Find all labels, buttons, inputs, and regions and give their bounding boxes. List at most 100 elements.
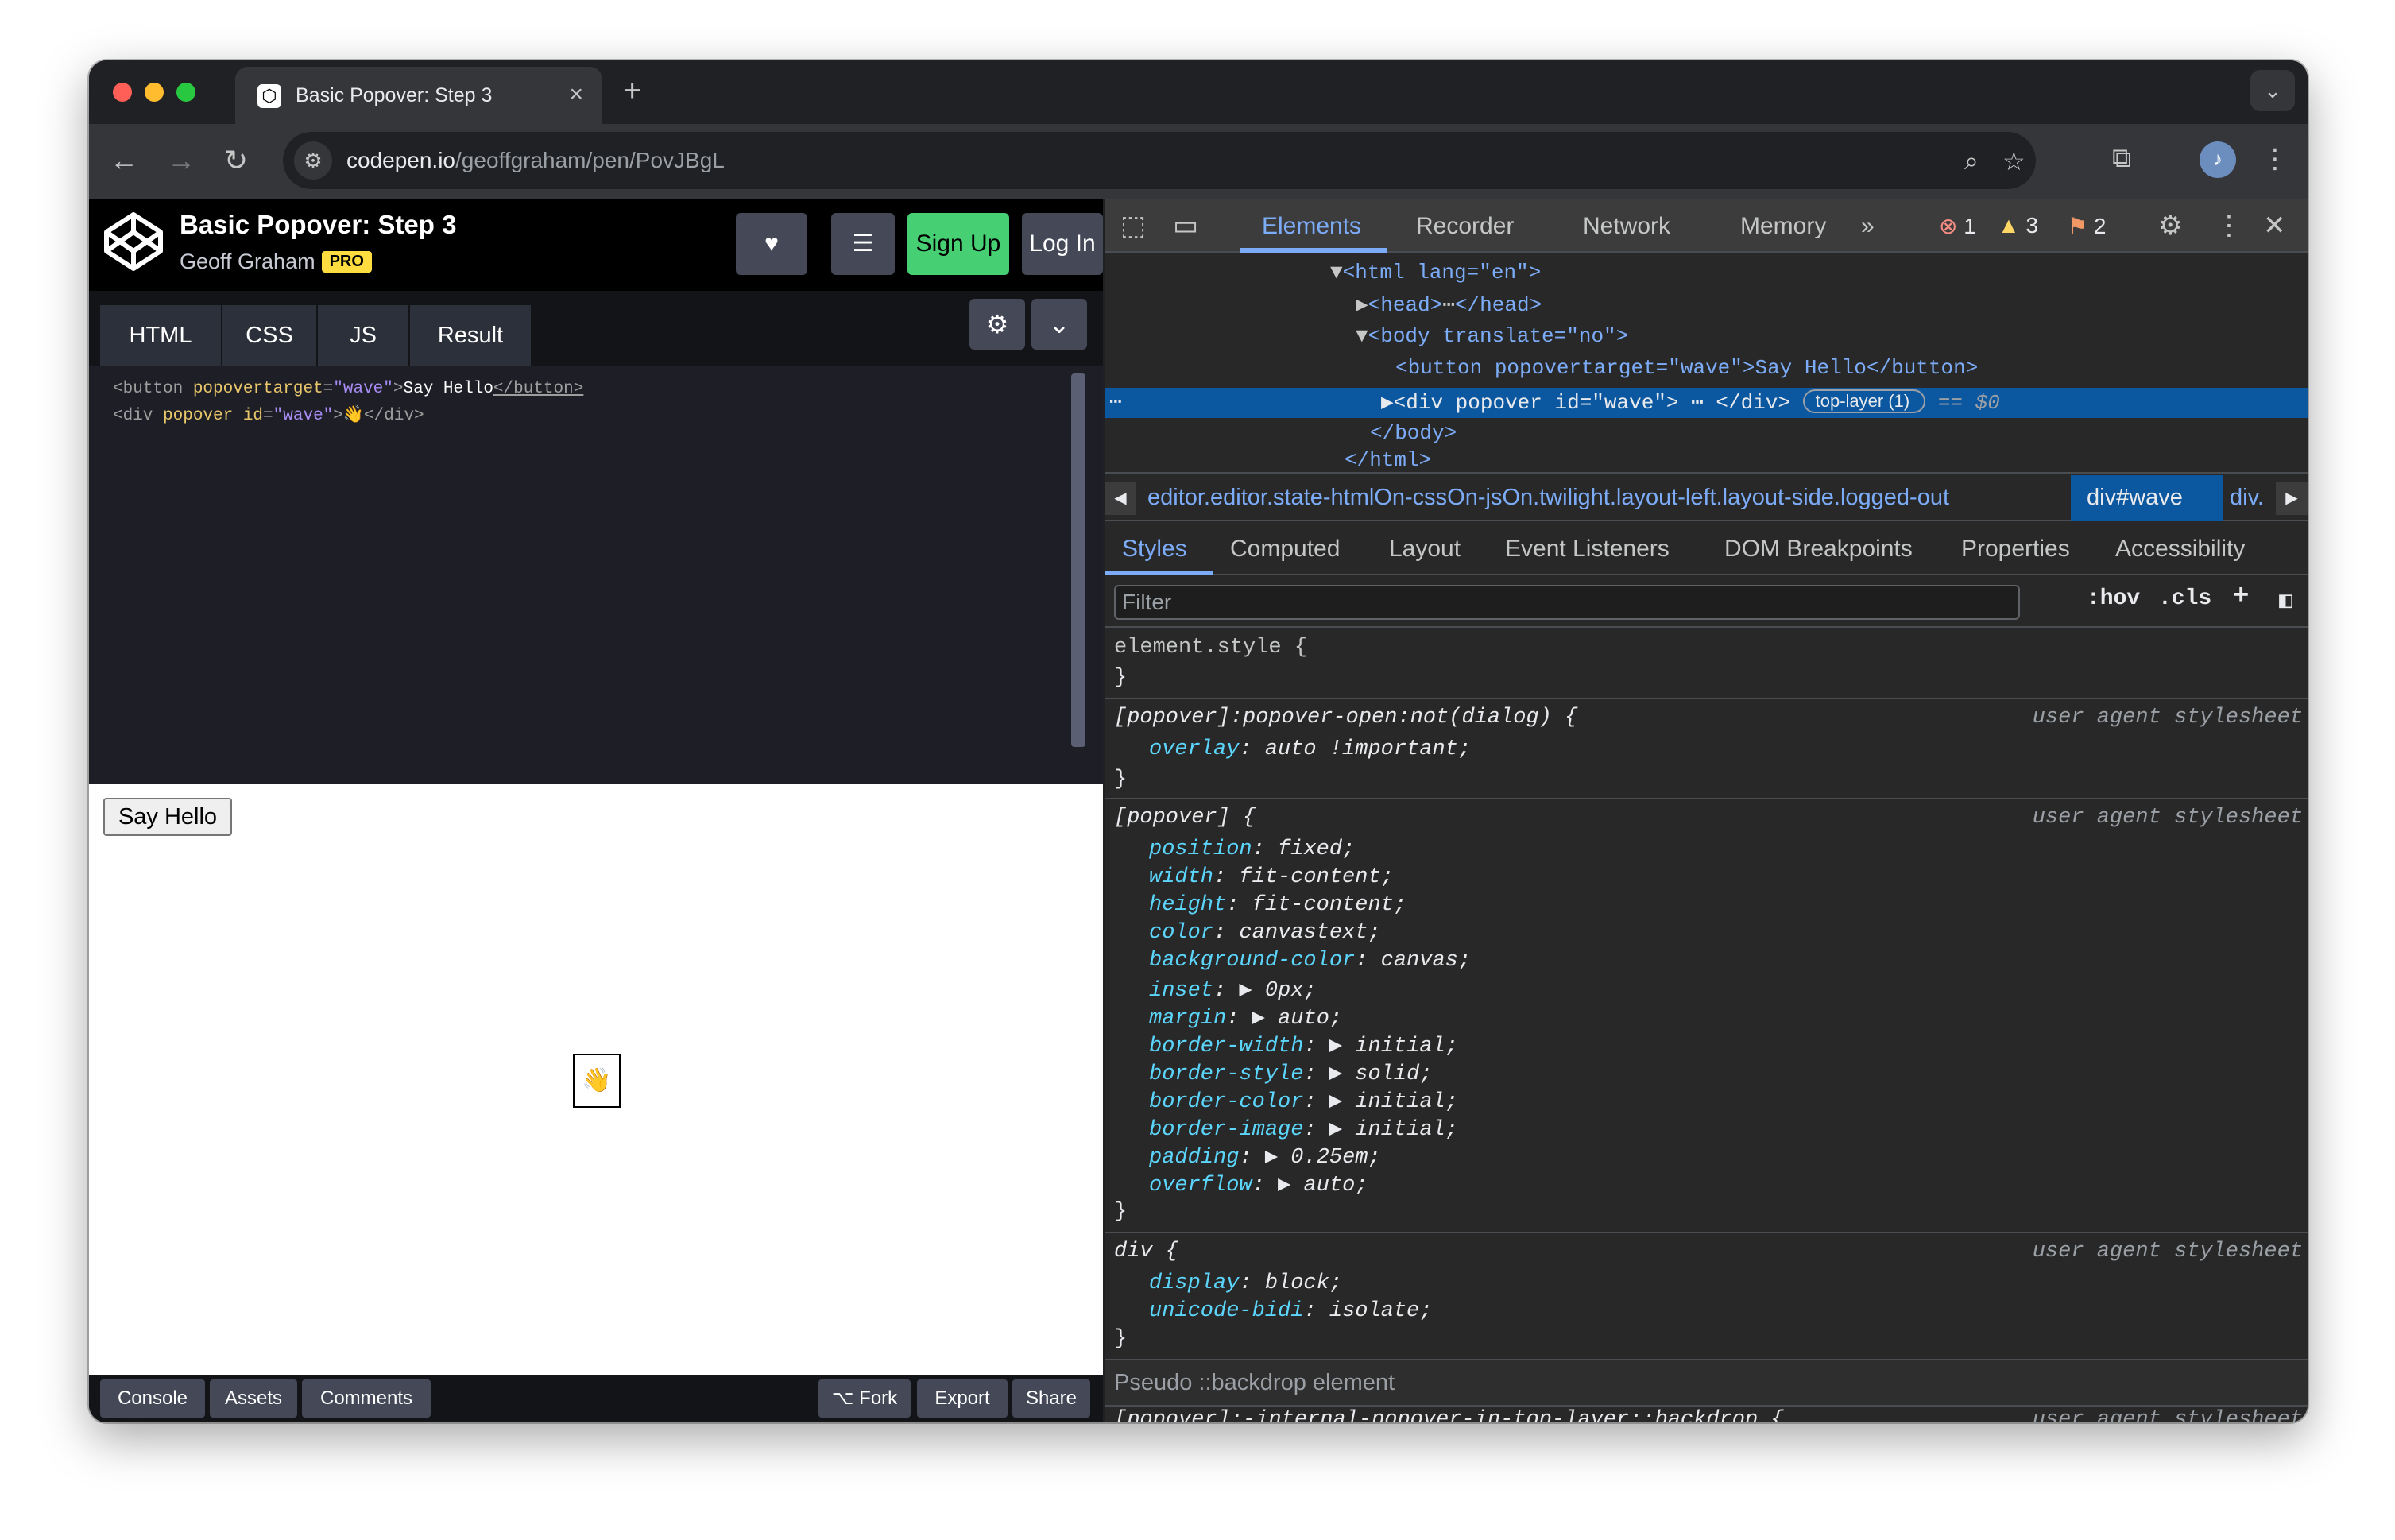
new-style-rule-icon[interactable]: + (2233, 582, 2249, 612)
tab-memory[interactable]: Memory (1740, 213, 1826, 240)
tab-network[interactable]: Network (1583, 213, 1670, 240)
log-in-button[interactable]: Log In (1022, 213, 1103, 275)
tab-close-icon[interactable]: × (569, 81, 583, 108)
node-actions-icon[interactable]: ⋯ (1109, 390, 1122, 414)
tab-styles[interactable]: Styles (1122, 536, 1187, 563)
tab-css[interactable]: CSS (222, 305, 316, 366)
css-property[interactable]: border-image: ▶ initial; (1149, 1116, 1458, 1142)
css-property[interactable]: overlay: auto !important; (1149, 737, 1471, 761)
css-property[interactable]: height: fit-content; (1149, 893, 1406, 917)
expand-triangle-icon[interactable]: ▼ (1356, 324, 1368, 348)
dom-node-body-close[interactable]: </body> (1370, 421, 1457, 445)
toggle-sidebar-icon[interactable]: ◧ (2279, 586, 2292, 614)
tab-html[interactable]: HTML (100, 305, 221, 366)
gear-icon[interactable]: ⚙ (969, 299, 1025, 350)
rule-selector[interactable]: [popover]:-internal-popover-in-top-layer… (1114, 1408, 1784, 1422)
comments-button[interactable]: Comments (302, 1379, 431, 1418)
css-property[interactable]: margin: ▶ auto; (1149, 1004, 1342, 1031)
export-button[interactable]: Export (917, 1379, 1008, 1418)
css-property[interactable]: color: canvastext; (1149, 921, 1381, 945)
dom-node-div-wave[interactable]: ⋯ (1109, 389, 1122, 414)
dom-node-head[interactable]: ▶<head>⋯</head> (1356, 292, 1542, 317)
rule-selector[interactable]: div { (1114, 1240, 1178, 1263)
chrome-menu-icon[interactable]: ⋮ (2262, 143, 2289, 175)
pen-author[interactable]: Geoff Graham PRO (180, 250, 372, 274)
rule-selector[interactable]: [popover]:popover-open:not(dialog) { (1114, 706, 1577, 729)
html-code-editor[interactable]: <button popovertarget="wave">Say Hello</… (89, 366, 1103, 784)
css-property[interactable]: inset: ▶ 0px; (1149, 977, 1317, 1003)
zoom-magnifier-icon[interactable]: ⌕ (1964, 146, 1979, 176)
css-property[interactable]: unicode-bidi: isolate; (1149, 1299, 1432, 1323)
warning-count[interactable]: ▲ 3 (1998, 213, 2038, 238)
reload-icon[interactable]: ↻ (224, 145, 248, 176)
tab-elements[interactable]: Elements (1262, 213, 1361, 240)
heart-button[interactable]: ♥ (736, 213, 807, 275)
breadcrumb-item-div[interactable]: div. (2230, 485, 2274, 511)
device-toolbar-icon[interactable]: ▭ (1173, 211, 1198, 240)
top-layer-badge[interactable]: top-layer (1) (1802, 389, 1926, 413)
editor-scrollbar[interactable] (1071, 373, 1085, 747)
zoom-window-button[interactable] (176, 83, 195, 102)
sign-up-button[interactable]: Sign Up (907, 213, 1009, 275)
dom-node-div-wave-content[interactable]: ▶<div popover id="wave"> ⋯ </div> top-la… (1381, 389, 2000, 415)
new-tab-button[interactable]: + (623, 73, 641, 109)
dom-node-button[interactable]: <button popovertarget="wave">Say Hello</… (1395, 356, 1978, 380)
assets-button[interactable]: Assets (210, 1379, 297, 1418)
css-property[interactable]: border-color: ▶ initial; (1149, 1088, 1458, 1114)
forward-arrow-icon[interactable]: → (167, 145, 195, 176)
tab-event-listeners[interactable]: Event Listeners (1505, 536, 1670, 563)
tab-recorder[interactable]: Recorder (1416, 213, 1514, 240)
tab-dom-breakpoints[interactable]: DOM Breakpoints (1724, 536, 1913, 563)
extensions-icon[interactable]: ⧉ (2112, 143, 2131, 174)
css-property[interactable]: overflow: ▶ auto; (1149, 1171, 1368, 1198)
inspect-element-icon[interactable]: ⬚ (1120, 211, 1146, 240)
share-button[interactable]: Share (1012, 1379, 1090, 1418)
hov-toggle[interactable]: :hov (2087, 586, 2140, 611)
dom-node-html[interactable]: ▼<html lang="en"> (1330, 261, 1541, 284)
tab-layout[interactable]: Layout (1389, 536, 1461, 563)
bookmark-star-icon[interactable]: ☆ (2002, 146, 2025, 176)
dom-node-body[interactable]: ▼<body translate="no"> (1356, 324, 1628, 348)
site-settings-icon[interactable]: ⚙ (294, 141, 332, 180)
breadcrumb-left-arrow-icon[interactable]: ◀ (1105, 482, 1136, 515)
css-property[interactable]: border-width: ▶ initial; (1149, 1032, 1458, 1058)
error-count[interactable]: ⊗ 1 (1939, 213, 1976, 239)
css-property[interactable]: width: fit-content; (1149, 865, 1394, 889)
pen-details-button[interactable]: ☰ (831, 213, 895, 275)
url-text[interactable]: codepen.io/geoffgraham/pen/PovJBgL (346, 148, 725, 173)
css-property[interactable]: display: block; (1149, 1271, 1342, 1295)
console-button[interactable]: Console (100, 1379, 205, 1418)
css-property[interactable]: padding: ▶ 0.25em; (1149, 1143, 1381, 1170)
styles-filter-input[interactable]: Filter (1114, 585, 2020, 620)
settings-gear-icon[interactable]: ⚙ (2158, 211, 2182, 240)
close-window-button[interactable] (113, 83, 132, 102)
breadcrumb-right-arrow-icon[interactable]: ▶ (2276, 482, 2308, 515)
pen-title[interactable]: Basic Popover: Step 3 (180, 210, 456, 240)
minimize-window-button[interactable] (145, 83, 164, 102)
css-property[interactable]: border-style: ▶ solid; (1149, 1060, 1433, 1086)
chevron-down-icon[interactable]: ⌄ (1031, 299, 1087, 350)
tab-accessibility[interactable]: Accessibility (2115, 536, 2245, 563)
browser-tab[interactable]: ⬡ Basic Popover: Step 3 × (235, 67, 602, 124)
codepen-logo-icon[interactable] (102, 210, 165, 273)
breadcrumb-item-div-wave[interactable]: div#wave (2087, 485, 2183, 511)
say-hello-button[interactable]: Say Hello (103, 798, 232, 836)
address-bar[interactable]: ⚙ codepen.io/geoffgraham/pen/PovJBgL ⌕ ☆ (283, 132, 2036, 189)
issues-count[interactable]: ⚑ 2 (2068, 213, 2106, 239)
tab-result[interactable]: Result (410, 305, 531, 366)
tab-js[interactable]: JS (318, 305, 408, 366)
close-devtools-icon[interactable]: ✕ (2263, 211, 2286, 240)
tab-properties[interactable]: Properties (1961, 536, 2070, 563)
tab-computed[interactable]: Computed (1230, 536, 1340, 563)
rule-selector[interactable]: [popover] { (1114, 806, 1256, 830)
more-tabs-icon[interactable]: » (1861, 213, 1875, 240)
css-property[interactable]: background-color: canvas; (1149, 949, 1471, 973)
rule-selector[interactable]: element.style { (1114, 636, 1307, 660)
collapse-triangle-icon[interactable]: ▶ (1356, 293, 1368, 317)
css-property[interactable]: position: fixed; (1149, 838, 1355, 861)
back-arrow-icon[interactable]: ← (110, 145, 138, 176)
dom-node-html-close[interactable]: </html> (1345, 448, 1431, 472)
breadcrumb-item-editor[interactable]: editor.editor.state-htmlOn-cssOn-jsOn.tw… (1147, 485, 2061, 511)
profile-avatar[interactable]: ♪ (2200, 141, 2236, 178)
collapse-triangle-icon[interactable]: ▶ (1381, 391, 1394, 415)
